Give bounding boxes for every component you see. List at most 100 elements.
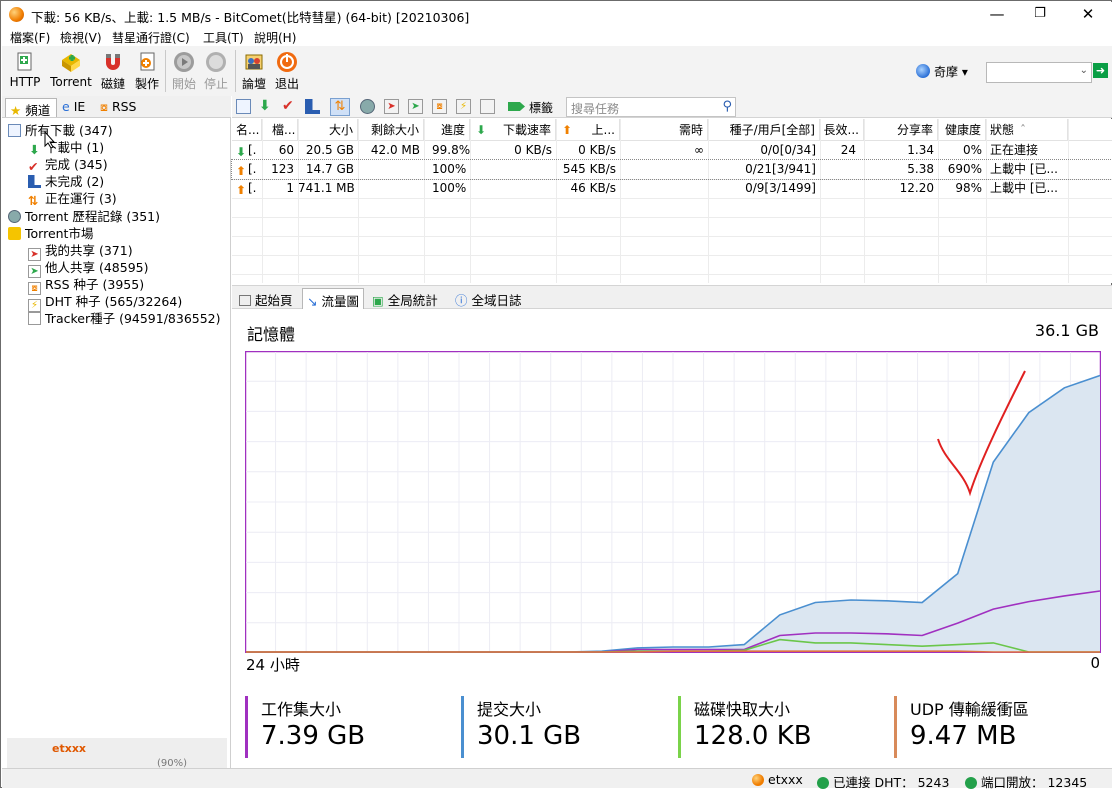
cell-down	[470, 179, 556, 198]
column-eta[interactable]: 需時	[620, 119, 708, 141]
cell-files: 1	[286, 181, 294, 195]
menu-view[interactable]: 檢視(V)	[60, 29, 102, 46]
cell-health: 0%	[962, 143, 982, 157]
dht-status-icon	[817, 777, 829, 789]
go-button[interactable]: ➜	[1093, 63, 1108, 78]
cell-name: ⬆ [.	[236, 162, 257, 178]
magnet-button[interactable]: 磁鏈	[99, 49, 127, 93]
magnet-icon	[106, 54, 120, 70]
torrent-icon	[62, 54, 80, 72]
start-button[interactable]: 開始	[170, 49, 198, 93]
task-list: 名... 檔... 大小 剩餘大小 進度 ⬇ 下載速率 ⬆ 上... 需時 種子/用…	[231, 119, 1112, 283]
column-name[interactable]: 名...	[232, 119, 262, 141]
share-icon[interactable]: ➤	[384, 99, 399, 114]
down-arrow-icon[interactable]: ⬇	[259, 99, 274, 114]
grid-line	[232, 255, 1112, 256]
menu-help[interactable]: 說明(H)	[254, 29, 296, 46]
series-line-4	[246, 650, 1100, 653]
ad-banner[interactable]: etxxx (90%)	[7, 738, 227, 769]
check-icon[interactable]: ✔	[282, 99, 297, 114]
cell-longterm: 24	[840, 143, 856, 157]
cell-files: 123	[271, 162, 294, 176]
forum-button[interactable]: 論壇	[240, 49, 268, 93]
cell-up: 0 KB/s	[578, 143, 616, 157]
tag-icon[interactable]	[508, 102, 525, 111]
tags-label[interactable]: 標籤	[529, 99, 553, 116]
table-row[interactable]: ⬆ [. 1 741.1 MB 100% 46 KB/s 0/9[3/1499] 12.20 9…	[232, 179, 1112, 198]
chevron-down-icon[interactable]: ⌄	[1080, 65, 1088, 76]
tracker-icon[interactable]	[480, 99, 495, 114]
running-icon[interactable]: ⇅	[330, 98, 350, 116]
ad-text: etxxx	[52, 742, 87, 755]
cell-eta	[620, 160, 708, 179]
maximize-button[interactable]: ❐	[1017, 2, 1063, 27]
table-row[interactable]: ⬇ [. 60 20.5 GB 42.0 MB 99.8% 0 KB/s 0 KB/s ∞ 0/0…	[232, 141, 1112, 160]
tab-rss[interactable]: ⧇ RSS	[96, 98, 141, 117]
tree-running[interactable]: ⇅ 正在運行 (3)	[28, 188, 117, 207]
qimo-search-provider[interactable]: 奇摩 ▾	[916, 63, 968, 80]
tree-tracker-seeds[interactable]: Tracker種子 (94591/836552)	[28, 308, 221, 327]
torrent-button[interactable]: Torrent	[46, 49, 96, 93]
web-search-input[interactable]: ⌄	[986, 62, 1092, 83]
status-user[interactable]: etxxx	[752, 772, 803, 787]
star-icon: ★	[10, 103, 22, 118]
all-tasks-icon[interactable]	[236, 99, 251, 114]
toolbar-separator	[235, 50, 236, 92]
stat-color-bar	[461, 696, 464, 758]
cell-eta	[620, 179, 708, 198]
port-status-icon	[965, 777, 977, 789]
bitcomet-logo-icon	[9, 7, 24, 22]
history-icon[interactable]	[360, 99, 375, 114]
menu-file[interactable]: 檔案(F)	[10, 29, 50, 46]
column-upload-rate[interactable]: ⬆ 上...	[556, 119, 620, 141]
tracker-icon	[28, 312, 41, 325]
tab-global-log[interactable]: ⓘ 全域日誌	[451, 288, 526, 309]
exit-button[interactable]: 退出	[273, 49, 301, 93]
column-health[interactable]: 健康度	[938, 119, 986, 141]
column-remaining[interactable]: 剩餘大小	[358, 119, 424, 141]
column-ratio[interactable]: 分享率	[864, 119, 938, 141]
search-icon[interactable]: ⚲	[722, 99, 732, 114]
column-download-rate[interactable]: ⬇ 下載速率	[470, 119, 556, 141]
stat-color-bar	[245, 696, 248, 758]
cell-longterm	[820, 179, 864, 198]
up-arrow-icon: ⬆	[562, 123, 573, 137]
status-port[interactable]: 端口開放： 12345	[965, 772, 1087, 791]
table-row[interactable]: ⬆ [. 123 14.7 GB 100% 545 KB/s 0/21[3/941] 5.38…	[231, 159, 1112, 180]
menu-pass[interactable]: 彗星通行證(C)	[112, 29, 190, 46]
up-arrow-icon: ⬆	[236, 164, 247, 178]
grid-line	[232, 198, 1112, 199]
grid-line	[232, 236, 1112, 237]
sidebar-tabs: ★ 頻道 e IE ⧇ RSS	[2, 96, 231, 118]
stop-button[interactable]: 停止	[202, 49, 230, 93]
incomplete-icon[interactable]	[305, 99, 320, 114]
task-search-input[interactable]: 搜尋任務 ⚲	[566, 97, 736, 117]
column-peers[interactable]: 種子/用戶[全部]	[708, 119, 820, 141]
status-dht[interactable]: 已連接 DHT： 5243	[817, 772, 949, 791]
user-icon	[752, 774, 764, 786]
tab-traffic-chart[interactable]: ↘ 流量圖	[302, 288, 364, 309]
cell-down: 0 KB/s	[514, 143, 552, 157]
column-progress[interactable]: 進度	[424, 119, 470, 141]
tab-start-page[interactable]: 起始頁	[235, 288, 297, 309]
minimize-button[interactable]: —	[974, 2, 1020, 27]
stat-disk-cache: 磁碟快取大小 128.0 KB	[678, 696, 812, 758]
make-torrent-button[interactable]: 製作	[133, 49, 161, 93]
menu-tools[interactable]: 工具(T)	[203, 29, 244, 46]
tab-global-stats[interactable]: ▣ 全局統計	[368, 288, 442, 309]
tab-ie[interactable]: e IE	[58, 98, 89, 117]
cell-ratio: 1.34	[907, 143, 934, 157]
column-status[interactable]: 狀態 ˆ	[986, 119, 1068, 141]
column-files[interactable]: 檔...	[262, 119, 298, 141]
column-longterm[interactable]: 長效...	[820, 119, 864, 141]
info-icon: ⓘ	[455, 293, 468, 308]
tab-channels[interactable]: ★ 頻道	[5, 98, 57, 118]
rss-seed-icon[interactable]: ⧇	[432, 99, 447, 114]
stats-icon: ▣	[372, 293, 384, 308]
dht-icon[interactable]: ⚡	[456, 99, 471, 114]
others-share-icon[interactable]: ➤	[408, 99, 423, 114]
cell-up: 46 KB/s	[570, 181, 616, 195]
close-button[interactable]: ✕	[1065, 2, 1111, 27]
http-button[interactable]: HTTP	[7, 49, 43, 93]
column-size[interactable]: 大小	[298, 119, 358, 141]
